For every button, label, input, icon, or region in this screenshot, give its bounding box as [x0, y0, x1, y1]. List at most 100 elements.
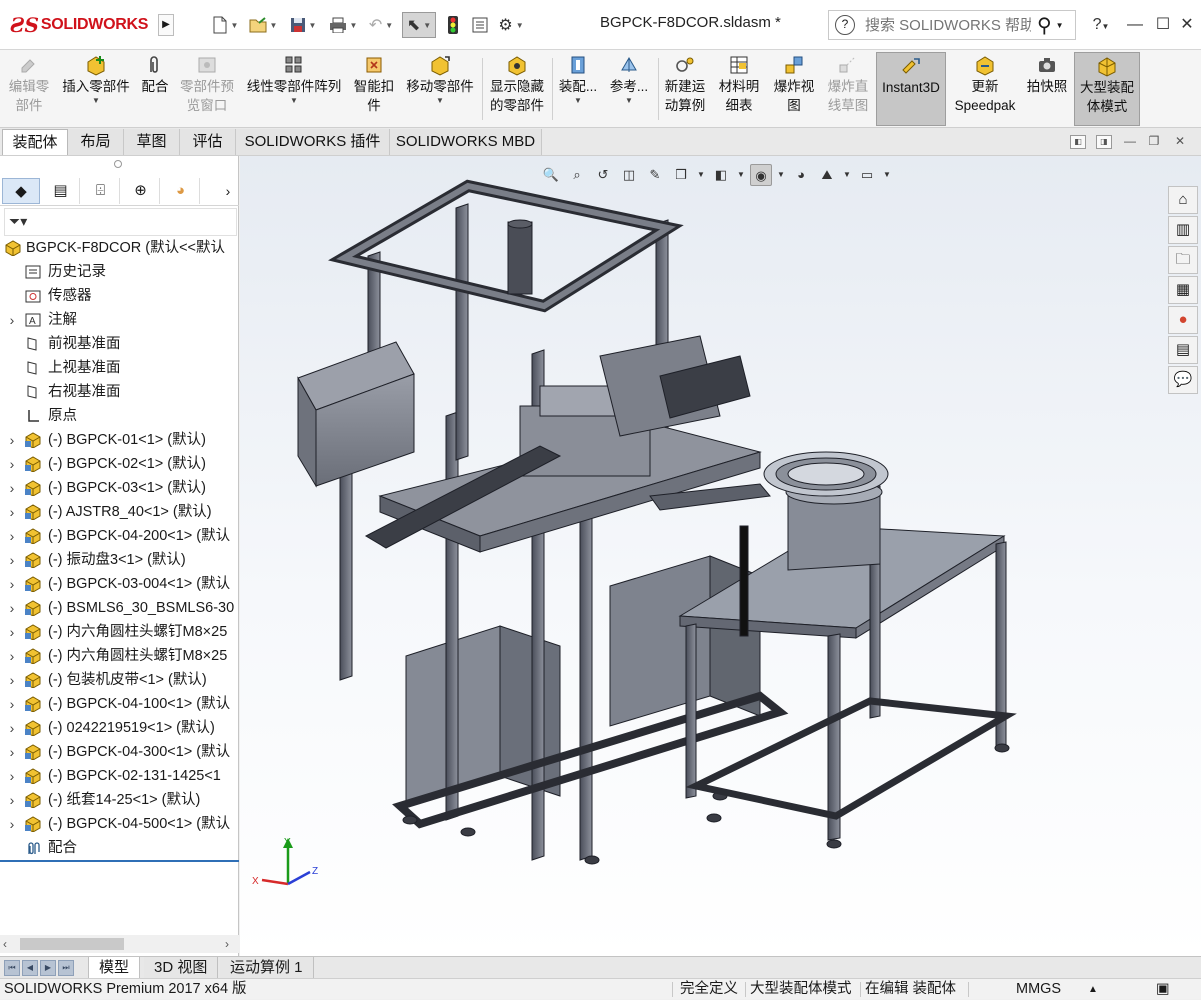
custom-properties-icon[interactable]: ▤ [1168, 336, 1198, 364]
graphics-area[interactable]: 🔍 ⌕ ↺ ◫ ✎ ❒ ▼ ◧ ▼ ◉ ▼ ◕ ⛰ ▼ ▭ ▼ ⌂ ▥ 🗀 ▦ … [240, 156, 1201, 956]
tab-solidworks-mbd[interactable]: SOLIDWORKS MBD [390, 129, 542, 155]
assembly-model-render[interactable] [240, 156, 1201, 956]
close-button[interactable]: ✕ [1174, 12, 1200, 38]
expand-arrow-icon[interactable]: › [7, 548, 17, 572]
tree-item[interactable]: › (-) BGPCK-04-100<1> (默认 [0, 692, 239, 716]
display-style-dropdown-icon[interactable]: ▼ [736, 164, 746, 186]
help-search-input[interactable] [863, 15, 1033, 35]
tab-3d-view[interactable]: 3D 视图 [144, 957, 219, 979]
restore-right-icon[interactable]: ◨ [1096, 135, 1112, 149]
previous-tab-icon[interactable]: ◀ [22, 960, 38, 976]
zoom-to-area-icon[interactable]: ⌕ [566, 164, 588, 186]
panel-grip-icon[interactable] [114, 160, 122, 168]
help-menu-button[interactable]: ?▼ [1086, 12, 1116, 38]
tab-displaymanager[interactable]: ◕ [162, 178, 200, 204]
tree-item[interactable]: › (-) BGPCK-02<1> (默认) [0, 452, 239, 476]
tree-item[interactable]: › (-) 内六角圆柱头螺钉M8×25 [0, 620, 239, 644]
explode-line-sketch-button[interactable]: 爆炸直 线草图 [822, 52, 874, 126]
appearances-scenes-icon[interactable]: ● [1168, 306, 1198, 334]
expand-arrow-icon[interactable]: › [7, 308, 17, 332]
tree-item[interactable]: › (-) 0242219519<1> (默认) [0, 716, 239, 740]
section-view-icon[interactable]: ◫ [618, 164, 640, 186]
apply-scene-icon[interactable]: ⛰ [816, 164, 838, 186]
tree-item[interactable]: 原点 [0, 404, 239, 428]
doc-restore-icon[interactable]: ❐ [1146, 135, 1162, 149]
bill-of-materials-button[interactable]: 材料明 细表 [714, 52, 764, 126]
options-button[interactable]: ⚙ ▼ [494, 12, 528, 38]
tree-item[interactable]: 配合 [0, 836, 239, 860]
smart-fastener-button[interactable]: 智能扣件 [350, 52, 398, 126]
menu-expand-arrow-icon[interactable]: ▶ [158, 14, 174, 36]
previous-view-icon[interactable]: ↺ [592, 164, 614, 186]
view-orientation-icon[interactable]: ❒ [670, 164, 692, 186]
expand-arrow-icon[interactable]: › [7, 716, 17, 740]
tree-item[interactable]: › (-) BSMLS6_30_BSMLS6-30 [0, 596, 239, 620]
tree-filter-bar[interactable]: ⏷▾ [4, 208, 237, 236]
tree-item[interactable]: 传感器 [0, 284, 239, 308]
print-button[interactable]: ▼ [326, 12, 360, 38]
new-motion-study-button[interactable]: 新建运 动算例 [660, 52, 710, 126]
new-document-button[interactable]: ▼ [208, 12, 242, 38]
tree-item[interactable]: 前视基准面 [0, 332, 239, 356]
view-settings-dropdown-icon[interactable]: ▼ [882, 164, 892, 186]
linear-component-pattern-button[interactable]: 线性零部件阵列 ▼ [242, 52, 346, 126]
dynamic-annotation-icon[interactable]: ✎ [644, 164, 666, 186]
scroll-right-icon[interactable]: › [225, 935, 229, 953]
edit-appearance-icon[interactable]: ◕ [790, 164, 812, 186]
rebuild-button[interactable] [442, 12, 464, 38]
view-palette-icon[interactable]: ▦ [1168, 276, 1198, 304]
first-tab-icon[interactable]: ⏮ [4, 960, 20, 976]
expand-arrow-icon[interactable]: › [7, 500, 17, 524]
search-icon[interactable]: ⚲ [1037, 13, 1052, 38]
help-search-box[interactable]: ? ⚲ ▼ [828, 10, 1076, 40]
update-speedpak-button[interactable]: 更新 Speedpak [950, 52, 1020, 126]
tab-evaluate[interactable]: 评估 [180, 129, 236, 155]
tab-dimxpertmanager[interactable]: ⊕ [122, 178, 160, 204]
units-selector[interactable]: MMGS [1016, 979, 1061, 1000]
tree-item[interactable]: › (-) BGPCK-02-131-1425<1 [0, 764, 239, 788]
search-dropdown-icon[interactable]: ▼ [1056, 21, 1064, 30]
expand-arrow-icon[interactable]: › [7, 668, 17, 692]
expand-arrow-icon[interactable]: › [7, 572, 17, 596]
hide-show-dropdown-icon[interactable]: ▼ [776, 164, 786, 186]
file-explorer-icon[interactable]: 🗀 [1168, 246, 1198, 274]
component-preview-window-button[interactable]: 零部件预 览窗口 [176, 52, 238, 126]
undo-button[interactable]: ↶ ▼ [364, 12, 398, 38]
expand-arrow-icon[interactable]: › [7, 524, 17, 548]
solidworks-logo[interactable]: ƧS SOLIDWORKS [10, 10, 156, 40]
tab-configurationmanager[interactable]: ⌹ [82, 178, 120, 204]
tree-item[interactable]: › (-) BGPCK-03-004<1> (默认 [0, 572, 239, 596]
scrollbar-thumb[interactable] [20, 938, 124, 950]
edit-component-button[interactable]: 编辑零 部件 [4, 52, 54, 126]
select-button[interactable]: ⬉ ▼ [402, 12, 436, 38]
tree-item[interactable]: › (-) BGPCK-04-500<1> (默认 [0, 812, 239, 836]
status-toggle-icon[interactable]: ▣ [1156, 979, 1170, 1000]
tree-item[interactable]: › (-) 纸套14-25<1> (默认) [0, 788, 239, 812]
open-document-button[interactable]: ▼ [246, 12, 280, 38]
design-library-icon[interactable]: ▥ [1168, 216, 1198, 244]
file-properties-button[interactable] [468, 12, 492, 38]
expand-arrow-icon[interactable]: › [7, 764, 17, 788]
tab-featuremanager[interactable]: ◆ [2, 178, 40, 204]
tab-solidworks-addins[interactable]: SOLIDWORKS 插件 [236, 129, 390, 155]
hide-show-items-icon[interactable]: ◉ [750, 164, 772, 186]
tree-item[interactable]: › A 注解 [0, 308, 239, 332]
tree-item[interactable]: › (-) BGPCK-03<1> (默认) [0, 476, 239, 500]
tab-propertymanager[interactable]: ▤ [42, 178, 80, 204]
zoom-to-fit-icon[interactable]: 🔍 [540, 164, 562, 186]
exploded-view-button[interactable]: 爆炸视图 [768, 52, 820, 126]
units-dropdown-icon[interactable]: ▲ [1088, 979, 1098, 1000]
tree-item[interactable]: 右视基准面 [0, 380, 239, 404]
expand-arrow-icon[interactable]: › [7, 812, 17, 836]
filter-funnel-icon[interactable]: ⏷▾ [9, 213, 27, 230]
mate-button[interactable]: 配合 [138, 52, 172, 126]
tab-layout[interactable]: 布局 [68, 129, 124, 155]
scroll-left-icon[interactable]: ‹ [3, 935, 7, 953]
tab-sketch[interactable]: 草图 [124, 129, 180, 155]
tree-item[interactable]: › (-) BGPCK-04-200<1> (默认 [0, 524, 239, 548]
tab-motion-study-1[interactable]: 运动算例 1 [220, 957, 314, 979]
tree-item[interactable]: › (-) BGPCK-01<1> (默认) [0, 428, 239, 452]
next-tab-icon[interactable]: ▶ [40, 960, 56, 976]
maximize-button[interactable]: ☐ [1150, 12, 1176, 38]
assembly-features-button[interactable]: 装配... ▼ [556, 52, 600, 126]
